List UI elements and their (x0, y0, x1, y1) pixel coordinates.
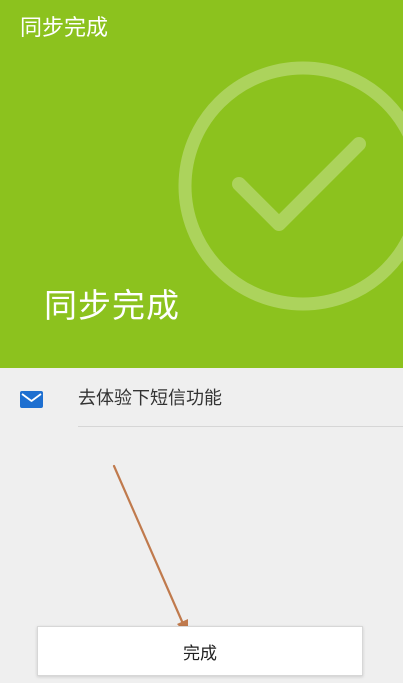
hero-heading: 同步完成 (44, 286, 180, 325)
sync-complete-hero: 同步完成 同步完成 (0, 0, 403, 368)
done-button[interactable]: 完成 (37, 626, 363, 676)
app-bar-title: 同步完成 (20, 16, 109, 41)
mail-icon (20, 391, 43, 408)
list-item-label: 去体验下短信功能 (78, 388, 222, 409)
list-divider (78, 426, 403, 427)
list-item-try-sms[interactable]: 去体验下短信功能 (0, 368, 403, 428)
check-circle-icon (178, 61, 403, 311)
